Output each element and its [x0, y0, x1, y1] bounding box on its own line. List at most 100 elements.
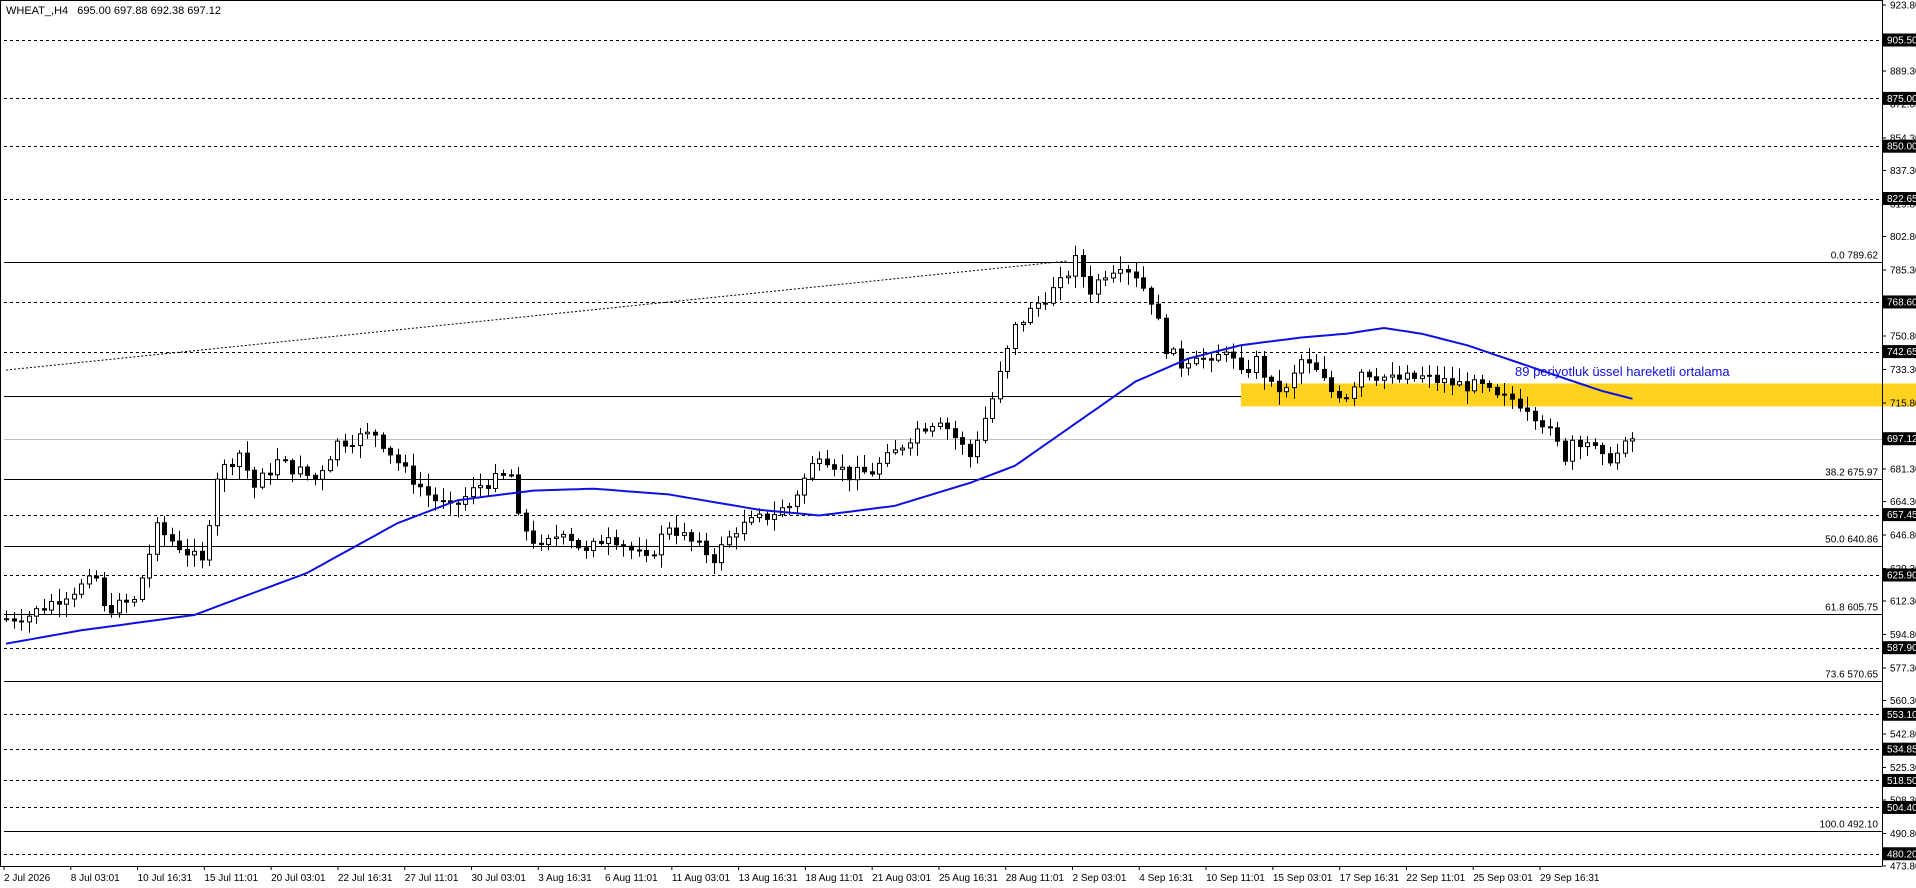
candle-bearish[interactable] [94, 575, 99, 579]
candle-bearish[interactable] [1246, 369, 1251, 373]
candle-bearish[interactable] [381, 434, 386, 449]
candle-bearish[interactable] [388, 447, 393, 456]
candle-bullish[interactable] [546, 537, 551, 545]
candle-bullish[interactable] [742, 521, 747, 535]
candle-bearish[interactable] [456, 502, 461, 505]
candle-bullish[interactable] [1615, 452, 1620, 464]
candle-bearish[interactable] [1487, 382, 1492, 388]
candle-bullish[interactable] [1096, 279, 1101, 295]
candle-bullish[interactable] [810, 463, 815, 479]
candle-bearish[interactable] [1314, 362, 1319, 370]
candle-bearish[interactable] [1141, 277, 1146, 289]
candle-bearish[interactable] [124, 599, 129, 603]
candle-bearish[interactable] [1465, 381, 1470, 392]
candle-bullish[interactable] [1111, 272, 1116, 279]
candle-bullish[interactable] [817, 458, 822, 465]
candle-bearish[interactable] [486, 485, 491, 489]
candle-bearish[interactable] [1126, 269, 1131, 273]
candle-bullish[interactable] [1051, 287, 1056, 304]
candle-bullish[interactable] [930, 425, 935, 432]
candle-bearish[interactable] [42, 608, 47, 611]
candle-bullish[interactable] [1405, 372, 1410, 380]
candle-bearish[interactable] [1578, 439, 1583, 448]
candle-bearish[interactable] [177, 540, 182, 551]
plot-area[interactable] [0, 0, 1882, 866]
candle-bearish[interactable] [1435, 374, 1440, 384]
candle-bullish[interactable] [1284, 387, 1289, 393]
candle-bearish[interactable] [1164, 317, 1169, 355]
candle-bullish[interactable] [1359, 371, 1364, 388]
candle-bullish[interactable] [64, 598, 69, 605]
candle-bullish[interactable] [840, 466, 845, 470]
candle-bearish[interactable] [343, 440, 348, 447]
candle-bearish[interactable] [584, 547, 589, 552]
candle-bullish[interactable] [1442, 378, 1447, 384]
candle-bearish[interactable] [847, 466, 852, 481]
candle-bullish[interactable] [463, 496, 468, 505]
candle-bullish[interactable] [900, 447, 905, 451]
candle-bullish[interactable] [1502, 393, 1507, 396]
candle-bullish[interactable] [275, 459, 280, 476]
candle-bullish[interactable] [855, 466, 860, 481]
candle-bearish[interactable] [1156, 303, 1161, 319]
candle-bearish[interactable] [1329, 377, 1334, 393]
candle-bearish[interactable] [1548, 426, 1553, 429]
candle-bearish[interactable] [697, 540, 702, 543]
candle-bullish[interactable] [1171, 348, 1176, 355]
candle-bearish[interactable] [712, 554, 717, 564]
support-resistance-zone[interactable] [1240, 383, 1916, 407]
candle-bearish[interactable] [1518, 398, 1523, 409]
candle-bullish[interactable] [328, 459, 333, 472]
candle-bearish[interactable] [1533, 410, 1538, 422]
candle-bearish[interactable] [1563, 440, 1568, 462]
candle-bearish[interactable] [162, 522, 167, 536]
candle-bearish[interactable] [1525, 407, 1530, 412]
candle-bearish[interactable] [396, 454, 401, 464]
candle-bearish[interactable] [252, 469, 257, 488]
candle-bullish[interactable] [591, 540, 596, 552]
candle-bearish[interactable] [418, 483, 423, 488]
candle-bullish[interactable] [1299, 359, 1304, 374]
candle-bullish[interactable] [1585, 442, 1590, 448]
candle-bullish[interactable] [1570, 439, 1575, 462]
candle-bearish[interactable] [1555, 427, 1560, 442]
candle-bullish[interactable] [938, 422, 943, 427]
candle-bullish[interactable] [983, 417, 988, 441]
chart-window[interactable]: 0.0 789.6223.6 719.4138.2 675.9750.0 640… [0, 0, 1916, 888]
candle-bullish[interactable] [1254, 356, 1259, 373]
candle-bullish[interactable] [877, 462, 882, 475]
candle-bullish[interactable] [365, 431, 370, 435]
candle-bearish[interactable] [441, 500, 446, 503]
candle-bearish[interactable] [1374, 376, 1379, 381]
candle-bullish[interactable] [87, 575, 92, 585]
candle-bearish[interactable] [245, 452, 250, 471]
candle-bearish[interactable] [870, 471, 875, 475]
candle-bullish[interactable] [1021, 322, 1026, 326]
candle-bearish[interactable] [953, 428, 958, 439]
candle-bullish[interactable] [34, 608, 39, 617]
candle-bullish[interactable] [885, 452, 890, 464]
candle-bearish[interactable] [283, 459, 288, 462]
candle-bearish[interactable] [923, 428, 928, 432]
candle-bullish[interactable] [222, 463, 227, 480]
candle-bearish[interactable] [1231, 351, 1236, 359]
candle-bearish[interactable] [825, 458, 830, 466]
candle-bullish[interactable] [975, 439, 980, 458]
candle-bullish[interactable] [1420, 375, 1425, 379]
candle-bullish[interactable] [990, 398, 995, 419]
candle-bullish[interactable] [1216, 353, 1221, 361]
candle-bearish[interactable] [644, 549, 649, 556]
candle-bearish[interactable] [1043, 302, 1048, 305]
candle-bearish[interactable] [1600, 444, 1605, 455]
price-chart[interactable]: 0.0 789.6223.6 719.4138.2 675.9750.0 640… [0, 0, 1916, 888]
candle-bearish[interactable] [1081, 255, 1086, 278]
candle-bearish[interactable] [109, 605, 114, 614]
candle-bullish[interactable] [682, 532, 687, 536]
candle-bearish[interactable] [1179, 348, 1184, 369]
candle-bullish[interactable] [509, 474, 514, 477]
candle-bearish[interactable] [19, 620, 24, 623]
candle-bearish[interactable] [1480, 379, 1485, 384]
candle-bearish[interactable] [102, 577, 107, 607]
candle-bullish[interactable] [298, 466, 303, 475]
candle-bullish[interactable] [350, 445, 355, 448]
